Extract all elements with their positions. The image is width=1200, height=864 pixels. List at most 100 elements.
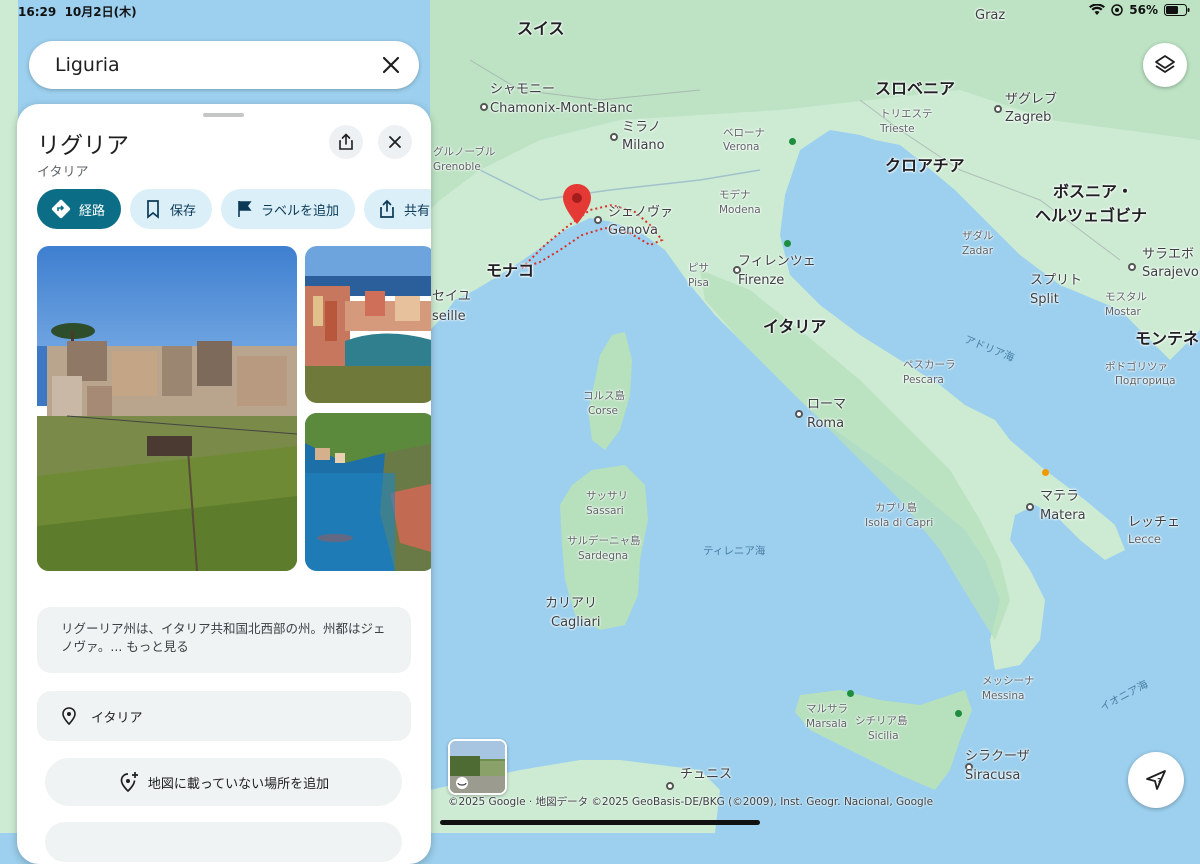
map-label-roma-ja: ローマ — [807, 397, 847, 412]
map-label-milano: Milano — [622, 138, 665, 153]
location-pin-icon — [62, 707, 76, 725]
map-label-tunis-ja: チュニス — [680, 767, 733, 782]
poi-dot — [1042, 469, 1049, 476]
share-chip-button[interactable]: 共有 — [364, 189, 431, 229]
map-label-modena-ja: モデナ — [719, 189, 751, 201]
navigation-button[interactable]: ? — [1128, 752, 1184, 808]
map-label-capri-ja: カプリ島 — [875, 502, 917, 514]
park-dot — [955, 710, 962, 717]
search-bar[interactable] — [29, 41, 419, 89]
map-label-corse-ja: コルス島 — [583, 390, 625, 402]
map-label-zadar-ja: ザダル — [962, 230, 994, 242]
photo-harbor[interactable] — [305, 246, 431, 403]
map-label-firenze-ja: フィレンツェ — [738, 254, 816, 269]
add-location-icon — [120, 772, 138, 793]
map-label-marsala-ja: マルサラ — [806, 703, 848, 715]
map-attribution: ©2025 Google · 地図データ ©2025 GeoBasis-DE/B… — [448, 796, 934, 808]
close-icon[interactable] — [377, 51, 405, 79]
add-missing-place-button[interactable]: 地図に載っていない場所を追加 — [45, 758, 402, 806]
map-label-messina-ja: メッシーナ — [982, 675, 1035, 687]
drag-handle[interactable] — [203, 113, 244, 117]
map-label-sassari-ja: サッサリ — [586, 490, 628, 502]
map-label-genova-ja: ジェノヴァ — [608, 205, 674, 220]
map-label-graz: Graz — [975, 8, 1006, 23]
save-label: 保存 — [170, 203, 197, 219]
map-label-matera-ja: マテラ — [1040, 489, 1080, 504]
description-card[interactable]: リグーリア州は、イタリア共和国北西部の州。州都はジェノヴァ。... もっと見る — [37, 607, 411, 673]
status-bar-time: 16:29 10月2日(木) — [18, 3, 137, 20]
place-panel: リグリア イタリア 経路 保存 ラベルを追加 共有 リグーリア州は、イタリア共和… — [17, 104, 431, 864]
status-date: 10月2日(木) — [64, 5, 137, 19]
city-dot-genova — [594, 216, 602, 224]
share-button[interactable] — [329, 125, 363, 159]
park-dot — [847, 690, 854, 697]
map-label-marsala: Marsala — [806, 718, 848, 730]
map-label-marseille: seille — [432, 309, 466, 324]
layers-button[interactable] — [1143, 43, 1187, 87]
photo-coast-cliffs — [305, 413, 431, 571]
map-label-slovenia: スロベニア — [875, 79, 956, 98]
map-label-pescara-ja: ペスカーラ — [903, 359, 956, 371]
map-label-marseille-ja: セイユ — [432, 289, 471, 304]
photo-coast[interactable] — [305, 413, 431, 571]
battery-icon — [1164, 4, 1190, 16]
map-label-split-ja: スプリト — [1030, 273, 1083, 288]
map-label-messina: Messina — [982, 690, 1025, 702]
map-label-switzerland: スイス — [517, 19, 565, 38]
city-dot-roma — [795, 410, 803, 418]
save-button[interactable]: 保存 — [130, 189, 213, 229]
map-label-sassari: Sassari — [586, 505, 624, 517]
street-view-thumbnail[interactable] — [448, 739, 507, 795]
map-label-sicilia: Sicilia — [868, 730, 899, 742]
photo-gallery — [37, 246, 431, 571]
home-indicator[interactable] — [440, 820, 760, 825]
map-label-verona: Verona — [723, 141, 760, 153]
map-label-sardegna-ja: サルデーニャ島 — [567, 535, 641, 547]
location-pin-icon[interactable] — [563, 184, 591, 224]
map-label-verona-ja: ベローナ — [723, 127, 765, 139]
map-label-sicilia-ja: シチリア島 — [855, 715, 908, 727]
map-label-zagreb: Zagreb — [1005, 110, 1052, 125]
show-more-link[interactable]: ... もっと見る — [110, 639, 188, 654]
map-label-genova: Genova — [608, 223, 658, 238]
city-dot-sarajevo — [1128, 263, 1136, 271]
map-label-chamonix-ja: シャモニー — [490, 82, 556, 97]
map-label-capri: Isola di Capri — [865, 517, 934, 529]
photo-village-vineyard — [37, 246, 297, 571]
city-dot-milano — [610, 133, 618, 141]
photo-main[interactable] — [37, 246, 297, 571]
close-panel-button[interactable] — [378, 125, 412, 159]
map-label-monaco: モナコ — [486, 261, 535, 280]
map-label-cagliari-ja: カリアリ — [545, 596, 598, 611]
map-label-mostar-ja: モスタル — [1105, 291, 1147, 303]
map-label-podgorica: Подгорица — [1115, 375, 1176, 387]
map-label-grenoble: Grenoble — [433, 161, 481, 173]
next-option-row[interactable] — [45, 822, 402, 862]
flag-icon — [238, 201, 252, 217]
directions-button[interactable]: 経路 — [37, 189, 122, 229]
close-icon — [389, 136, 401, 148]
street-view-image — [450, 741, 505, 793]
map-label-pisa-ja: ピサ — [688, 262, 709, 274]
map-label-firenze: Firenze — [738, 273, 785, 288]
search-input[interactable] — [53, 53, 357, 77]
navigation-arrow-icon: ? — [1146, 770, 1166, 790]
battery-percent: 56% — [1129, 3, 1158, 17]
map-label-croatia: クロアチア — [885, 156, 965, 175]
map-label-siracusa: Siracusa — [965, 768, 1021, 783]
add-label-button[interactable]: ラベルを追加 — [221, 189, 356, 229]
location-row[interactable]: イタリア — [37, 691, 411, 741]
map-label-trieste-ja: トリエステ — [880, 108, 933, 120]
map-label-pescara: Pescara — [903, 374, 944, 386]
map-label-lecce: Lecce — [1128, 532, 1162, 546]
status-time: 16:29 — [18, 5, 57, 19]
share-icon — [380, 199, 394, 218]
status-bar-indicators: 56% — [1089, 3, 1190, 17]
add-label-label: ラベルを追加 — [261, 203, 340, 219]
share-label: 共有 — [404, 203, 431, 219]
map-label-chamonix: Chamonix-Mont-Blanc — [490, 101, 633, 116]
map-label-podgorica-ja: ポドゴリツァ — [1105, 361, 1168, 373]
map-label-pisa: Pisa — [688, 277, 709, 289]
place-subtitle: イタリア — [37, 165, 89, 180]
map-label-zadar: Zadar — [962, 245, 994, 257]
